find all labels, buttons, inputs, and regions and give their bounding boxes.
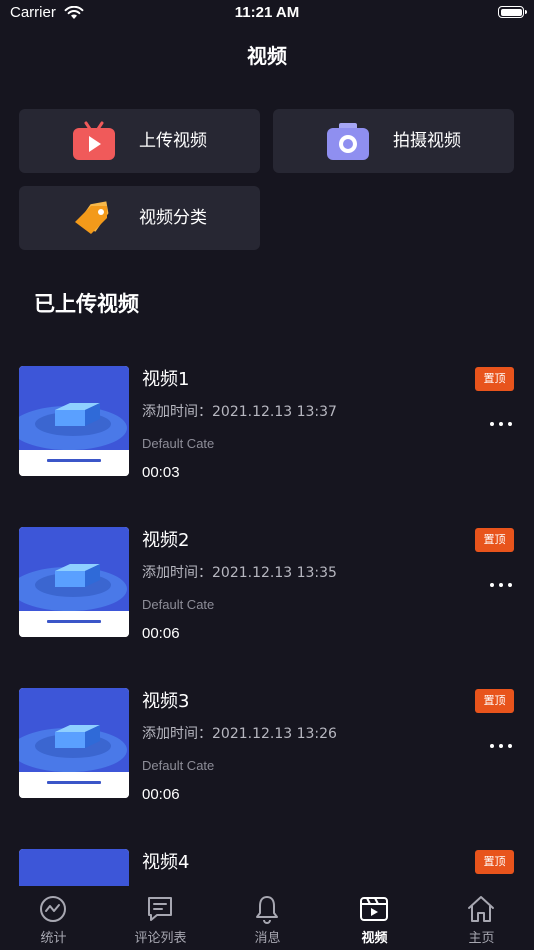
- more-options-icon[interactable]: [486, 736, 516, 756]
- video-thumbnail[interactable]: [19, 366, 129, 476]
- video-category: Default Cate: [142, 436, 215, 451]
- video-added-time: 添加时间：2021.12.13 13:35: [142, 565, 337, 581]
- upload-video-button[interactable]: 上传视频: [19, 109, 260, 173]
- uploaded-videos-heading: 已上传视频: [34, 292, 139, 316]
- video-duration: 00:06: [142, 625, 180, 642]
- video-title[interactable]: 视频1: [142, 368, 189, 392]
- list-item[interactable]: 视频4 置顶: [0, 823, 534, 886]
- video-added-time: 添加时间：2021.12.13 13:26: [142, 726, 337, 742]
- video-title[interactable]: 视频4: [142, 851, 189, 875]
- bell-icon: [252, 894, 282, 924]
- video-category-label: 视频分类: [139, 208, 207, 228]
- tab-comments[interactable]: 评论列表: [107, 886, 214, 950]
- more-options-icon[interactable]: [486, 575, 516, 595]
- tab-label: 视频: [361, 931, 388, 946]
- upload-video-icon: [71, 121, 117, 161]
- video-thumbnail[interactable]: [19, 849, 129, 886]
- home-icon: [466, 894, 496, 924]
- video-duration: 00:06: [142, 786, 180, 803]
- video-duration: 00:03: [142, 464, 180, 481]
- video-icon: [359, 894, 389, 924]
- tab-video[interactable]: 视频: [321, 886, 428, 950]
- status-bar: Carrier 11:21 AM: [0, 0, 534, 28]
- tab-home[interactable]: 主页: [428, 886, 534, 950]
- pin-top-badge[interactable]: 置顶: [475, 850, 514, 874]
- list-item[interactable]: 视频3 添加时间：2021.12.13 13:26 Default Cate 0…: [0, 662, 534, 803]
- battery-icon: [498, 6, 527, 18]
- list-item[interactable]: 视频1 添加时间：2021.12.13 13:37 Default Cate 0…: [0, 340, 534, 481]
- comment-icon: [145, 894, 175, 924]
- pin-top-badge[interactable]: 置顶: [475, 689, 514, 713]
- video-category: Default Cate: [142, 758, 215, 773]
- video-title[interactable]: 视频3: [142, 690, 189, 714]
- status-time: 11:21 AM: [234, 4, 300, 21]
- video-thumbnail[interactable]: [19, 688, 129, 798]
- upload-video-label: 上传视频: [139, 131, 207, 151]
- shoot-video-label: 拍摄视频: [393, 131, 461, 151]
- video-category: Default Cate: [142, 597, 215, 612]
- tab-label: 统计: [40, 931, 67, 946]
- tab-bar: 统计 评论列表 消息 视频 主页: [0, 886, 534, 950]
- tab-label: 消息: [254, 931, 281, 946]
- pin-top-badge[interactable]: 置顶: [475, 528, 514, 552]
- page-title: 视频: [247, 44, 287, 68]
- video-category-button[interactable]: 视频分类: [19, 186, 260, 250]
- video-list[interactable]: 视频1 添加时间：2021.12.13 13:37 Default Cate 0…: [0, 340, 534, 886]
- video-added-time: 添加时间：2021.12.13 13:37: [142, 404, 337, 420]
- tab-messages[interactable]: 消息: [214, 886, 321, 950]
- stats-icon: [38, 894, 68, 924]
- list-item[interactable]: 视频2 添加时间：2021.12.13 13:35 Default Cate 0…: [0, 501, 534, 642]
- tab-label: 主页: [468, 931, 495, 946]
- video-title[interactable]: 视频2: [142, 529, 189, 553]
- shoot-video-button[interactable]: 拍摄视频: [273, 109, 514, 173]
- tab-stats[interactable]: 统计: [0, 886, 107, 950]
- camera-icon: [325, 121, 371, 161]
- pin-top-badge[interactable]: 置顶: [475, 367, 514, 391]
- more-options-icon[interactable]: [486, 414, 516, 434]
- tab-label: 评论列表: [134, 931, 187, 946]
- video-thumbnail[interactable]: [19, 527, 129, 637]
- tag-icon: [71, 198, 117, 238]
